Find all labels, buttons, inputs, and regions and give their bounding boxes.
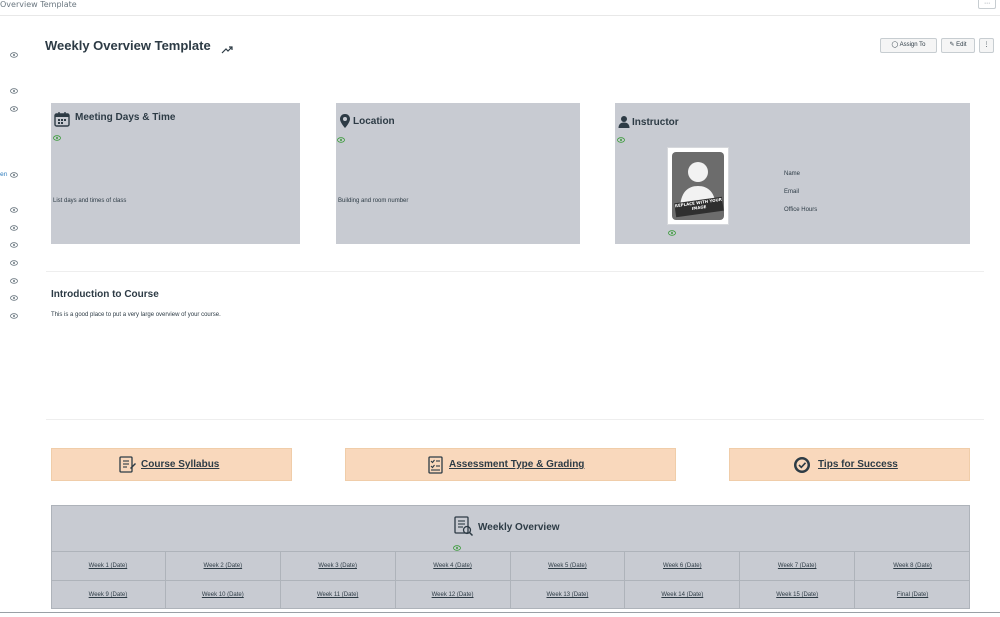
avatar: REPLACE WITH YOUR IMAGE xyxy=(672,152,724,220)
week-link[interactable]: Week 10 (Date) xyxy=(165,580,281,609)
assign-to-label: Assign To xyxy=(899,42,926,48)
course-syllabus-button[interactable]: Course Syllabus xyxy=(51,448,292,481)
eye-icon[interactable] xyxy=(10,172,18,178)
edit-label: Edit xyxy=(956,42,967,48)
tips-for-success-button[interactable]: Tips for Success xyxy=(729,448,970,481)
instructor-office-hours: Office Hours xyxy=(784,207,818,213)
eye-icon[interactable] xyxy=(10,225,18,231)
instructor-email: Email xyxy=(784,189,800,195)
tips-for-success-label: Tips for Success xyxy=(818,459,898,470)
week-link[interactable]: Week 12 (Date) xyxy=(395,580,511,609)
eye-icon[interactable] xyxy=(10,52,18,58)
assign-icon: ◯ xyxy=(891,42,899,48)
target-icon xyxy=(792,455,812,475)
instructor-photo[interactable]: REPLACE WITH YOUR IMAGE xyxy=(667,147,729,225)
eye-icon xyxy=(617,128,625,143)
sidebar-link[interactable]: en xyxy=(0,171,8,178)
week-link[interactable]: Week 5 (Date) xyxy=(510,551,626,580)
list-icon xyxy=(452,515,474,537)
eye-icon[interactable] xyxy=(10,260,18,266)
checklist-icon xyxy=(426,455,446,475)
week-link[interactable]: Week 1 (Date) xyxy=(51,551,166,580)
eye-icon xyxy=(337,128,345,143)
week-link[interactable]: Week 9 (Date) xyxy=(51,580,166,609)
top-menu-button[interactable]: ⋯ xyxy=(978,0,996,9)
meeting-card xyxy=(51,103,300,244)
intro-title: Introduction to Course xyxy=(51,289,159,300)
week-link[interactable]: Week 15 (Date) xyxy=(740,580,856,609)
course-syllabus-label: Course Syllabus xyxy=(141,459,220,470)
location-text: Building and room number xyxy=(338,198,409,204)
week-link[interactable]: Week 4 (Date) xyxy=(395,551,511,580)
breadcrumb[interactable]: Overview Template xyxy=(0,0,77,9)
week-link[interactable]: Week 8 (Date) xyxy=(855,551,970,580)
week-link[interactable]: Week 13 (Date) xyxy=(510,580,626,609)
instructor-title: Instructor xyxy=(632,117,679,128)
section-divider xyxy=(46,271,984,272)
week-link[interactable]: Week 7 (Date) xyxy=(740,551,856,580)
week-link[interactable]: Final (Date) xyxy=(855,580,970,609)
page-title: Weekly Overview Template xyxy=(45,38,211,53)
eye-icon xyxy=(668,221,676,236)
week-link[interactable]: Week 3 (Date) xyxy=(280,551,396,580)
eye-icon xyxy=(53,126,61,141)
syllabus-icon xyxy=(117,455,137,475)
weekly-overview-title: Weekly Overview xyxy=(478,522,560,533)
week-link[interactable]: Week 6 (Date) xyxy=(625,551,741,580)
eye-icon[interactable] xyxy=(10,242,18,248)
meeting-text: List days and times of class xyxy=(53,198,127,204)
week-link[interactable]: Week 2 (Date) xyxy=(165,551,281,580)
eye-icon[interactable] xyxy=(10,313,18,319)
bottom-divider xyxy=(0,612,1000,613)
meeting-title: Meeting Days & Time xyxy=(75,112,176,123)
intro-text: This is a good place to put a very large… xyxy=(51,312,221,318)
assign-to-button[interactable]: ◯ Assign To xyxy=(880,38,937,53)
instructor-name: Name xyxy=(784,171,801,177)
map-pin-icon xyxy=(339,113,351,129)
week-link[interactable]: Week 11 (Date) xyxy=(280,580,396,609)
eye-icon[interactable] xyxy=(10,207,18,213)
top-bar: Overview Template ⋯ xyxy=(0,0,1000,16)
weekly-schedule-grid: Week 1 (Date) Week 2 (Date) Week 3 (Date) W… xyxy=(51,551,970,609)
edit-button[interactable]: ✎ Edit xyxy=(941,38,975,53)
person-icon xyxy=(618,114,630,128)
pencil-icon: ✎ xyxy=(949,42,955,48)
assessment-grading-label: Assessment Type & Grading xyxy=(449,459,585,470)
eye-icon xyxy=(453,536,461,551)
section-divider xyxy=(46,419,984,420)
more-options-button[interactable]: ⋮ xyxy=(979,38,994,53)
eye-icon[interactable] xyxy=(10,106,18,112)
assessment-grading-button[interactable]: Assessment Type & Grading xyxy=(345,448,676,481)
eye-icon[interactable] xyxy=(10,295,18,301)
left-visibility-column xyxy=(0,16,26,617)
week-link[interactable]: Week 14 (Date) xyxy=(625,580,741,609)
location-title: Location xyxy=(353,116,395,127)
publish-icon[interactable] xyxy=(221,40,233,54)
eye-icon[interactable] xyxy=(10,278,18,284)
eye-icon[interactable] xyxy=(10,88,18,94)
